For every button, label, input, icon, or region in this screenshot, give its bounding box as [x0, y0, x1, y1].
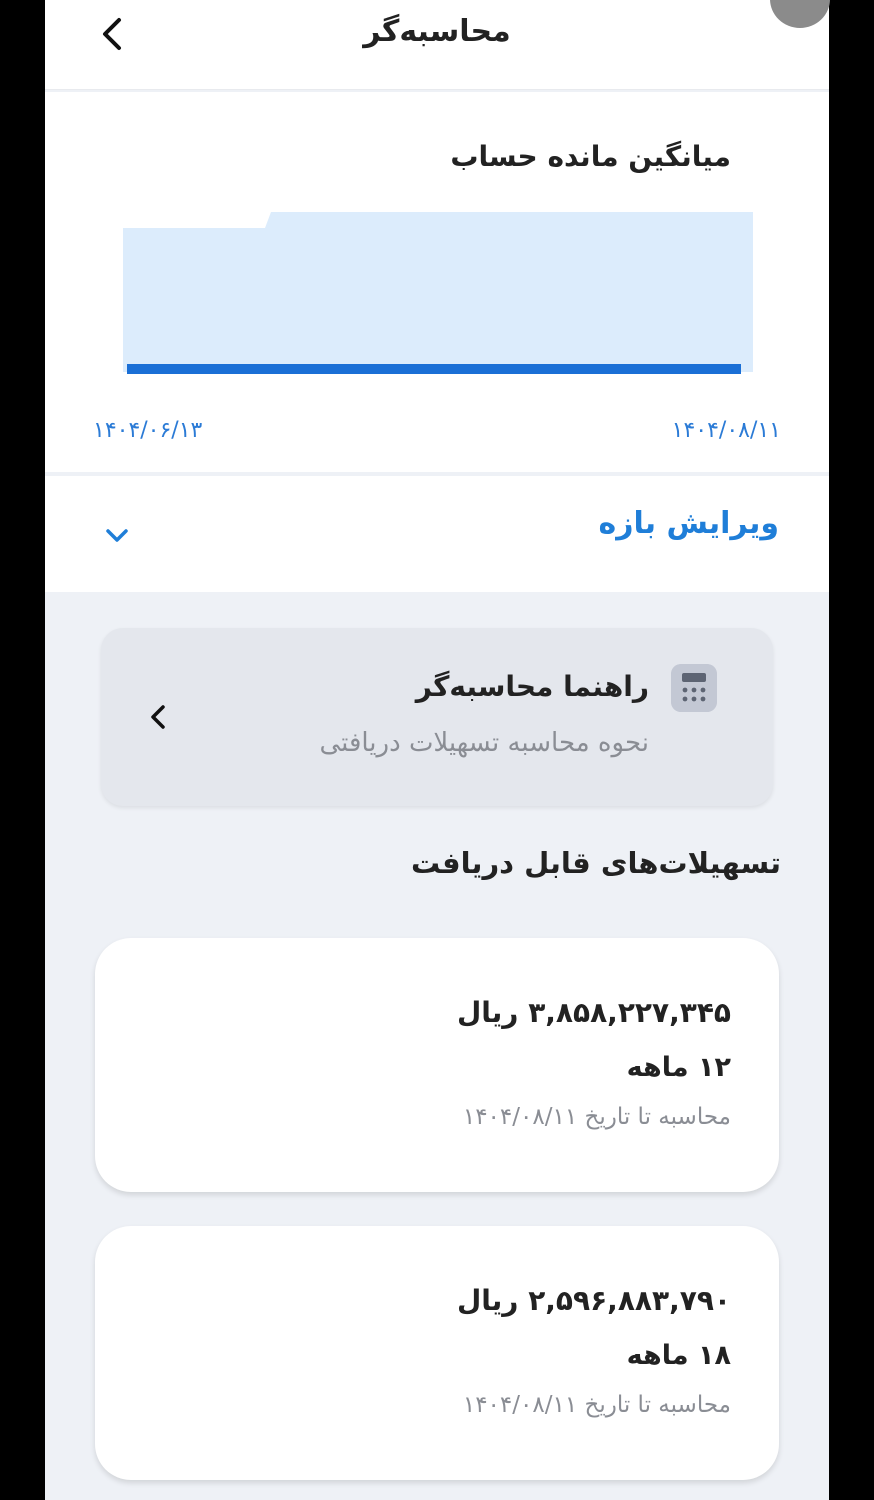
balance-chart-card: میانگین مانده حساب ۱۴۰۴/۰۶/۱۳ ۱۴۰۴/۰۸/۱۱	[45, 92, 829, 472]
loan-calc-date: محاسبه تا تاریخ ۱۴۰۴/۰۸/۱۱	[462, 1392, 731, 1418]
loan-amount: ۳,۸۵۸,۲۲۷,۳۴۵ ریال	[456, 996, 731, 1029]
app-screen: محاسبه‌گر میانگین مانده حساب ۱۴۰۴/۰۶/۱۳ …	[45, 0, 829, 1500]
page-title: محاسبه‌گر	[363, 14, 511, 49]
chevron-down-icon[interactable]	[103, 526, 131, 546]
chevron-left-icon	[151, 705, 165, 729]
loan-card[interactable]: ۳,۸۵۸,۲۲۷,۳۴۵ ریال ۱۲ ماهه محاسبه تا تار…	[95, 938, 779, 1192]
calculator-icon	[671, 664, 717, 712]
loan-calc-date: محاسبه تا تاریخ ۱۴۰۴/۰۸/۱۱	[462, 1104, 731, 1130]
loans-section-title: تسهیلات‌های قابل دریافت	[410, 846, 781, 880]
guide-title: راهنما محاسبه‌گر	[415, 670, 649, 703]
chart-area-fill	[123, 212, 753, 372]
x-tick-end: ۱۴۰۴/۰۸/۱۱	[671, 418, 781, 443]
edit-range-row[interactable]: ویرایش بازه	[45, 476, 829, 592]
calculator-guide-card[interactable]: راهنما محاسبه‌گر نحوه محاسبه تسهیلات دری…	[101, 628, 773, 806]
x-tick-start: ۱۴۰۴/۰۶/۱۳	[93, 418, 203, 443]
loan-term: ۱۲ ماهه	[626, 1052, 731, 1083]
loan-term: ۱۸ ماهه	[626, 1340, 731, 1371]
edit-range-label: ویرایش بازه	[598, 506, 779, 541]
guide-subtitle: نحوه محاسبه تسهیلات دریافتی	[319, 728, 649, 758]
chart-title: میانگین مانده حساب	[450, 140, 731, 173]
loan-amount: ۲,۵۹۶,۸۸۳,۷۹۰ ریال	[456, 1284, 731, 1317]
loan-card[interactable]: ۲,۵۹۶,۸۸۳,۷۹۰ ریال ۱۸ ماهه محاسبه تا تار…	[95, 1226, 779, 1480]
balance-area-chart	[123, 212, 753, 374]
top-app-bar: محاسبه‌گر	[45, 0, 829, 90]
